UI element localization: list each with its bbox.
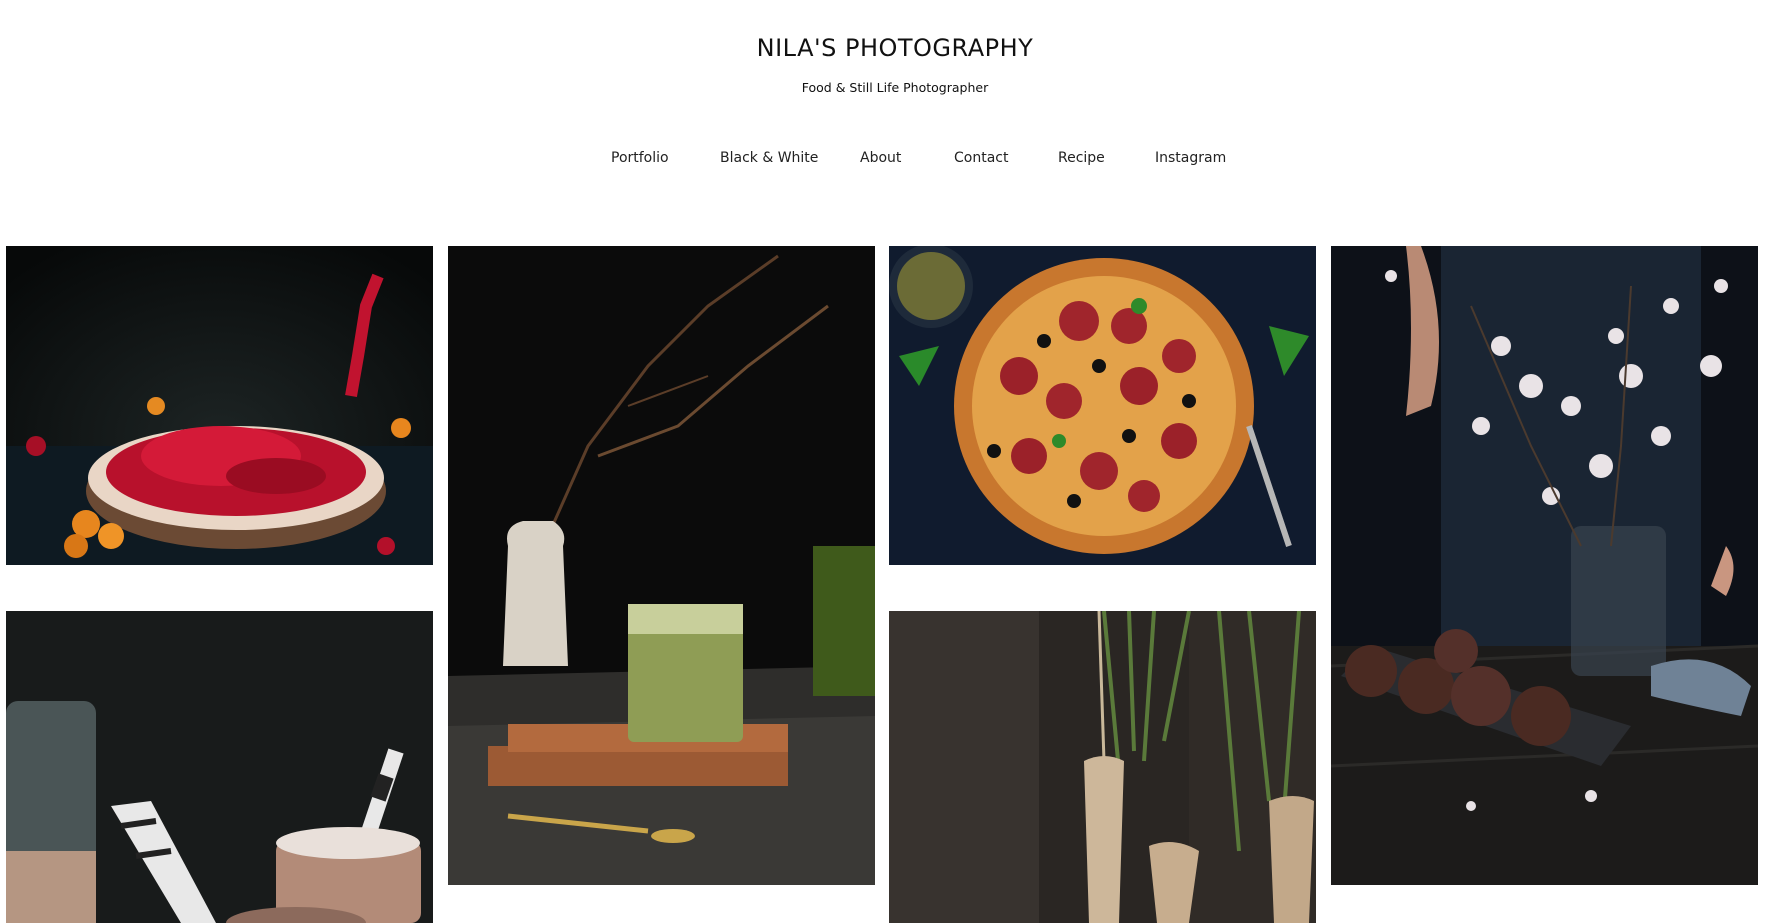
photo-image [889, 246, 1316, 565]
nav-item-portfolio[interactable]: Portfolio [611, 150, 669, 166]
photo-image [6, 611, 433, 923]
photo-image [6, 246, 433, 565]
site-header: NILA'S PHOTOGRAPHY Food & Still Life Pho… [0, 0, 1765, 200]
gallery-photo-hot-chocolate[interactable] [6, 611, 433, 923]
main-nav: Portfolio Black & White About Contact Re… [0, 150, 1765, 172]
gallery-photo-matcha-latte[interactable] [448, 246, 875, 885]
photo-image [1331, 246, 1758, 885]
gallery-photo-pizza[interactable] [889, 246, 1316, 565]
site-subtitle: Food & Still Life Photographer [801, 80, 989, 95]
gallery-photo-cherry-blossoms-muffins[interactable] [1331, 246, 1758, 885]
nav-item-recipe[interactable]: Recipe [1058, 150, 1105, 166]
nav-item-about[interactable]: About [860, 150, 901, 166]
nav-item-instagram[interactable]: Instagram [1155, 150, 1226, 166]
gallery-photo-red-currants[interactable] [6, 246, 433, 565]
gallery-photo-parsnips[interactable] [889, 611, 1316, 923]
site-title[interactable]: NILA'S PHOTOGRAPHY [0, 34, 1765, 62]
nav-item-contact[interactable]: Contact [954, 150, 1008, 166]
nav-item-black-white[interactable]: Black & White [720, 150, 818, 166]
photo-image [448, 246, 875, 885]
photo-image [889, 611, 1316, 923]
